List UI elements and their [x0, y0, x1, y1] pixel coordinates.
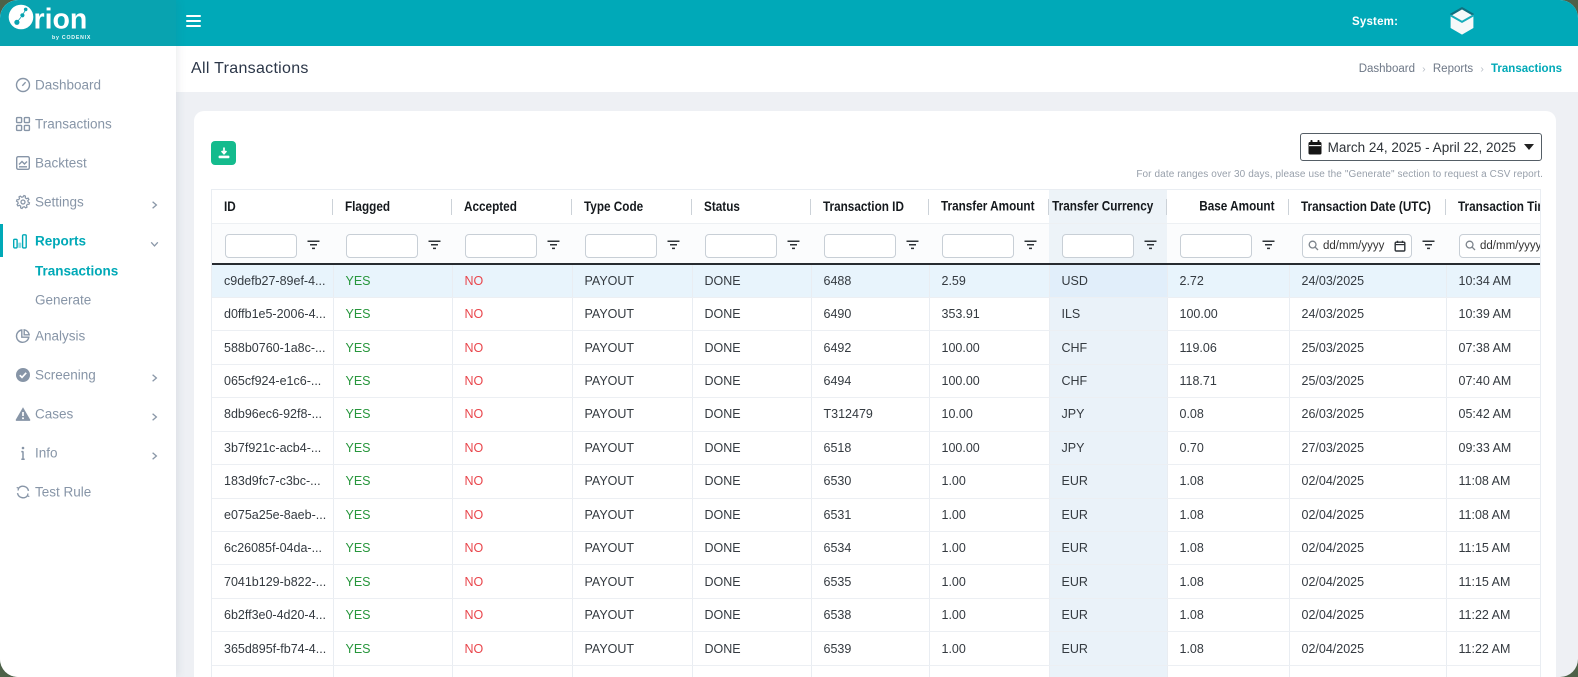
svg-text:by CODENIX: by CODENIX: [52, 35, 91, 41]
svg-text:rion: rion: [34, 4, 88, 36]
